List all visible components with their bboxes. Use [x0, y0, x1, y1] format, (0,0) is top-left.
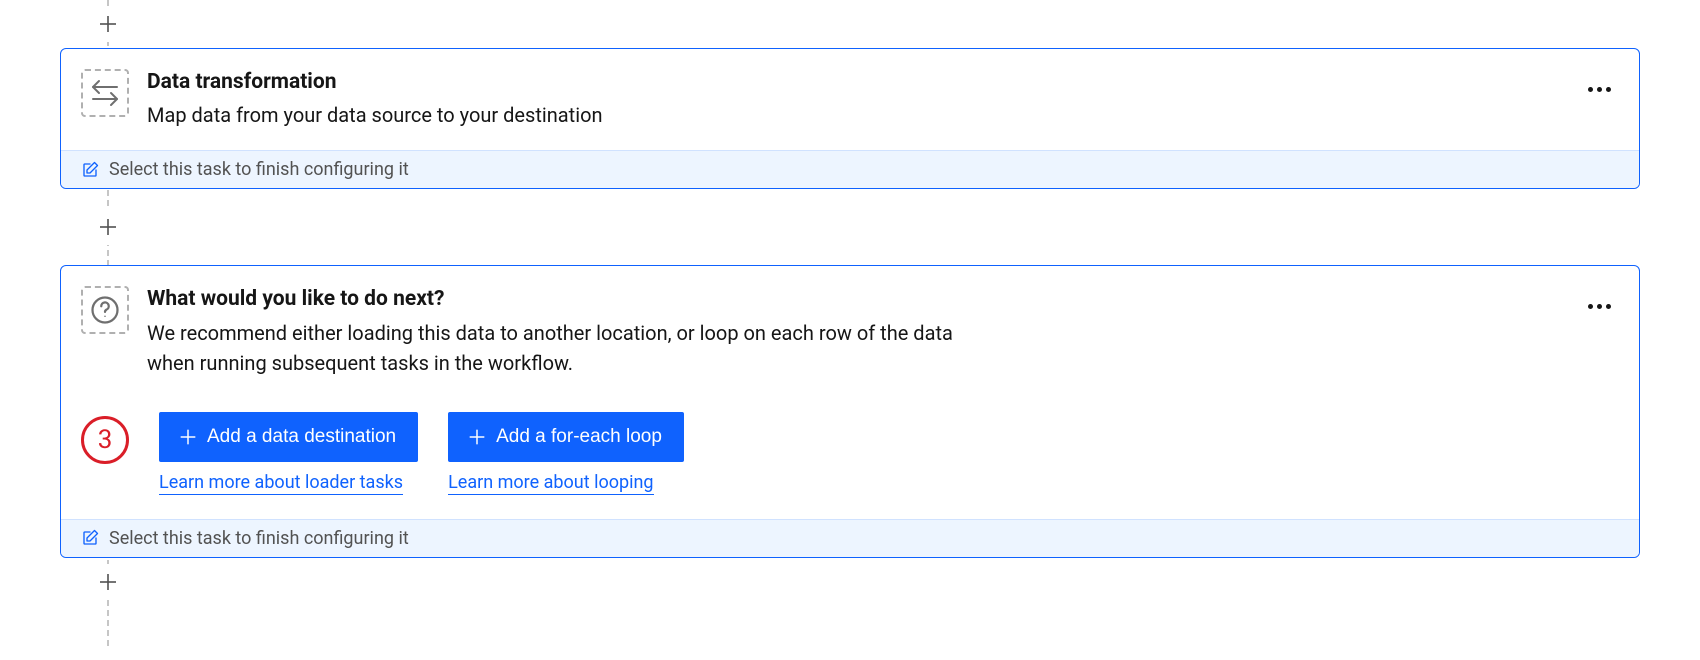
plus-icon	[96, 10, 120, 38]
add-step-row	[60, 189, 1640, 265]
task-description: We recommend either loading this data to…	[147, 318, 967, 378]
add-step-row	[60, 558, 1640, 606]
add-step-button-bottom[interactable]	[90, 564, 126, 600]
more-options-button[interactable]	[1579, 286, 1619, 326]
footer-hint: Select this task to finish configuring i…	[109, 528, 409, 549]
add-step-button-top[interactable]	[90, 6, 126, 42]
card-body: What would you like to do next? We recom…	[61, 266, 1639, 397]
ellipsis-icon	[1588, 87, 1611, 92]
button-label: Add a data destination	[207, 426, 396, 448]
plus-icon	[96, 213, 120, 241]
swap-arrows-icon	[87, 78, 123, 108]
task-title: Data transformation	[147, 69, 1561, 96]
more-options-button[interactable]	[1579, 69, 1619, 109]
task-description: Map data from your data source to your d…	[147, 100, 967, 130]
actions-row: 3 Add a data destination Learn more abou…	[61, 398, 1639, 519]
action-column-destination: Add a data destination Learn more about …	[159, 412, 418, 495]
ellipsis-icon	[1588, 304, 1611, 309]
question-icon	[90, 295, 120, 325]
add-for-each-loop-button[interactable]: Add a for-each loop	[448, 412, 684, 462]
card-footer[interactable]: Select this task to finish configuring i…	[61, 519, 1639, 557]
learn-more-loader-link[interactable]: Learn more about loader tasks	[159, 472, 403, 495]
action-column-loop: Add a for-each loop Learn more about loo…	[448, 412, 684, 495]
step-number: 3	[98, 425, 113, 455]
step-number-badge: 3	[81, 416, 129, 464]
plus-icon	[466, 426, 488, 448]
add-step-row	[60, 0, 1640, 48]
card-body: Data transformation Map data from your d…	[61, 49, 1639, 150]
task-title: What would you like to do next?	[147, 286, 1561, 313]
task-card-next-step[interactable]: What would you like to do next? We recom…	[60, 265, 1640, 557]
workflow-canvas: Data transformation Map data from your d…	[0, 0, 1700, 646]
plus-icon	[177, 426, 199, 448]
add-data-destination-button[interactable]: Add a data destination	[159, 412, 418, 462]
task-card-data-transformation[interactable]: Data transformation Map data from your d…	[60, 48, 1640, 189]
footer-hint: Select this task to finish configuring i…	[109, 159, 409, 180]
edit-icon	[81, 161, 99, 179]
button-label: Add a for-each loop	[496, 426, 662, 448]
task-icon-tile	[81, 286, 129, 334]
card-text: What would you like to do next? We recom…	[147, 286, 1561, 377]
learn-more-looping-link[interactable]: Learn more about looping	[448, 472, 653, 495]
card-text: Data transformation Map data from your d…	[147, 69, 1561, 130]
plus-icon	[96, 568, 120, 596]
card-footer[interactable]: Select this task to finish configuring i…	[61, 150, 1639, 188]
add-step-button-middle[interactable]	[90, 209, 126, 245]
task-icon-tile	[81, 69, 129, 117]
edit-icon	[81, 529, 99, 547]
